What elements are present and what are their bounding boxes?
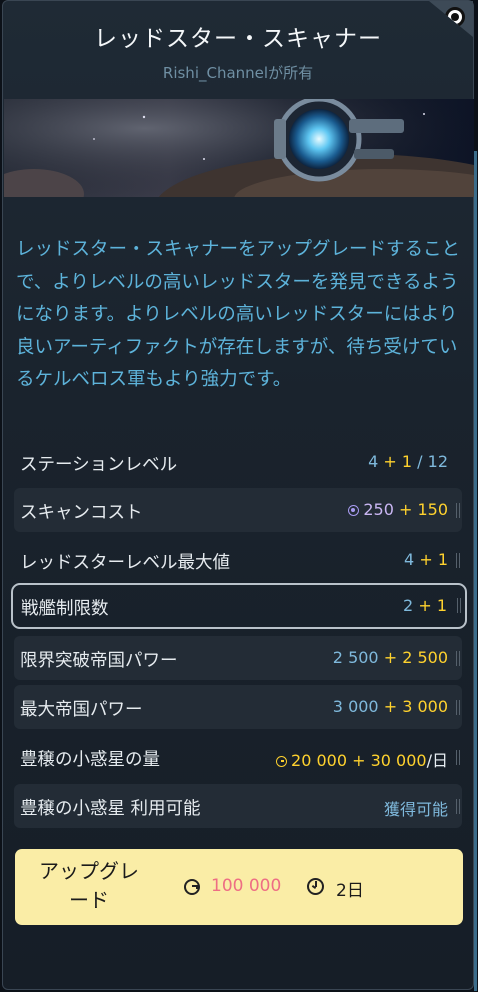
stat-row-asteroid-available: 豊穣の小惑星 利用可能 獲得可能	[14, 784, 462, 828]
stat-label: 最大帝国パワー	[20, 700, 143, 720]
stat-label: レッドスターレベル最大値	[20, 553, 230, 573]
info-marker	[456, 651, 460, 666]
stat-row-asteroid-amount: 豊穣の小惑星の量 20 000 + 30 000/日	[14, 735, 462, 779]
info-marker	[456, 553, 460, 568]
info-marker	[456, 750, 460, 765]
asteroid-cost-icon	[184, 879, 200, 895]
stat-value: 獲得可能	[383, 800, 448, 819]
upgrade-cost: 100 000	[211, 876, 282, 896]
stat-label: 戦艦制限数	[21, 599, 109, 619]
info-marker	[456, 700, 460, 715]
clock-icon	[307, 878, 324, 895]
upgrade-time: 2日	[336, 881, 364, 901]
stat-row-red-star-level: レッドスターレベル最大値 4 + 1	[14, 538, 462, 582]
panel-header: レッドスター・スキャナー Rishi_Channelが所有	[3, 1, 473, 99]
stat-label: 豊穣の小惑星 利用可能	[20, 799, 201, 819]
stat-value: 2 500 + 2 500	[332, 648, 448, 667]
upgrade-button[interactable]: アップグレード 100 000 2日	[15, 849, 463, 925]
panel-title: レッドスター・スキャナー	[94, 26, 382, 52]
asteroid-icon	[276, 756, 288, 767]
description-text: レッドスター・スキャナーをアップグレードすることで、よりレベルの高いレッドスター…	[16, 239, 461, 390]
stat-value: 4 + 1	[404, 550, 448, 569]
space-station-illustration	[4, 99, 474, 197]
stat-row-station-level: ステーションレベル 4 + 1 / 12	[14, 440, 462, 484]
stat-value: 2 + 1	[403, 596, 447, 615]
stat-row-scan-cost: スキャンコスト 250 + 150	[14, 488, 462, 532]
stat-row-overcap-power: 限界突破帝国パワー 2 500 + 2 500	[14, 636, 462, 680]
info-marker	[457, 598, 461, 613]
scrollbar[interactable]	[474, 151, 477, 991]
stat-row-battleship-limit[interactable]: 戦艦制限数 2 + 1	[11, 583, 467, 629]
stat-value: 3 000 + 3 000	[332, 697, 448, 716]
upgrade-label: アップグレード	[39, 859, 139, 912]
stat-label: ステーションレベル	[20, 455, 178, 475]
stat-value: 250 + 150	[348, 500, 448, 519]
owner-label: Rishi_Channelが所有	[162, 64, 314, 82]
info-marker	[456, 503, 460, 518]
stat-label: スキャンコスト	[20, 503, 143, 523]
stat-row-max-power: 最大帝国パワー 3 000 + 3 000	[14, 685, 462, 729]
info-marker	[456, 799, 460, 814]
scanner-banner-image	[4, 99, 474, 197]
stat-label: 豊穣の小惑星の量	[20, 750, 160, 770]
scan-icon	[348, 505, 360, 516]
stat-value: 4 + 1 / 12	[368, 452, 448, 471]
stat-value: 20 000 + 30 000/日	[276, 747, 448, 771]
stat-label: 限界突破帝国パワー	[20, 651, 178, 671]
